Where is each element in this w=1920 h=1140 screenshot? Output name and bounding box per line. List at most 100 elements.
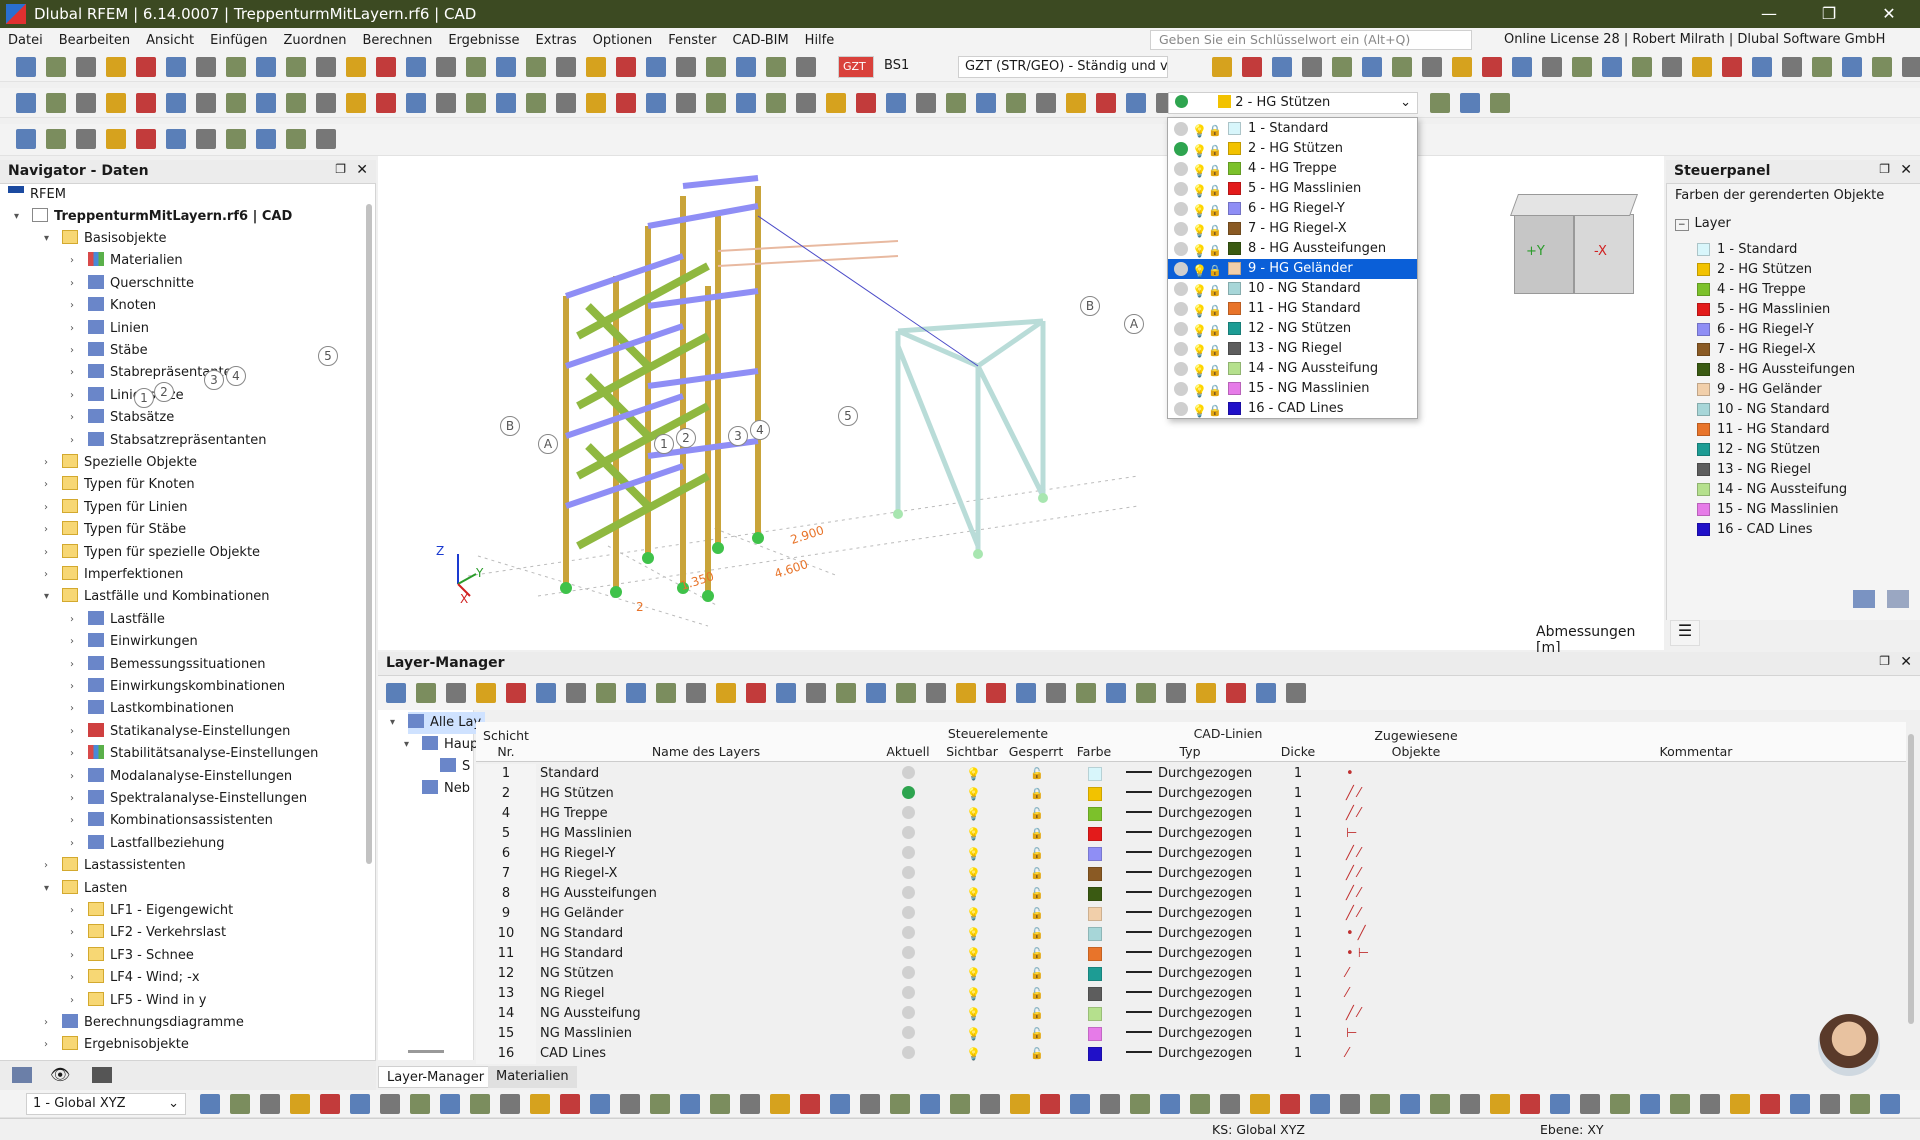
toolbar-tool-icon[interactable] bbox=[406, 57, 426, 77]
navigator-item[interactable]: › LF3 - Schnee bbox=[70, 945, 194, 967]
toolbar-tool-icon[interactable] bbox=[1370, 1094, 1390, 1114]
table-row[interactable]: 14 NG Aussteifung 💡 🔓 Durchgezogen 1 ╱ ⁄ bbox=[476, 1004, 1906, 1024]
menu-item[interactable]: Hilfe bbox=[797, 33, 843, 48]
layer-dropdown-item[interactable]: 💡 🔒 11 - HG Standard bbox=[1168, 299, 1417, 319]
chevron-right-icon[interactable]: › bbox=[70, 945, 82, 967]
unlock-icon[interactable]: 🔓 bbox=[1030, 864, 1044, 884]
tab-materialien[interactable]: Materialien bbox=[488, 1066, 577, 1088]
cell-typ[interactable]: Durchgezogen bbox=[1158, 786, 1252, 801]
cell-typ[interactable]: Durchgezogen bbox=[1158, 846, 1252, 861]
navigator-item[interactable]: › Typen für Knoten bbox=[44, 474, 195, 496]
toolbar-tool-icon[interactable] bbox=[226, 93, 246, 113]
toolbar-tool-icon[interactable] bbox=[890, 1094, 910, 1114]
menu-item[interactable]: Ergebnisse bbox=[440, 33, 527, 48]
toolbar-tool-icon[interactable] bbox=[256, 93, 276, 113]
maximize-button[interactable]: ❐ bbox=[1806, 0, 1852, 28]
toolbar-tool-icon[interactable] bbox=[1692, 57, 1712, 77]
unlock-icon[interactable]: 🔓 bbox=[1030, 984, 1044, 1004]
pin-icon[interactable]: ❐ bbox=[1879, 162, 1890, 176]
bulb-icon[interactable]: 💡 bbox=[966, 864, 981, 884]
layer-color-swatch[interactable] bbox=[1088, 867, 1102, 881]
toolbar-tool-icon[interactable] bbox=[1302, 57, 1322, 77]
chevron-right-icon[interactable]: › bbox=[70, 967, 82, 989]
toolbar-tool-icon[interactable] bbox=[436, 93, 456, 113]
navigator-item[interactable]: › Spezielle Objekte bbox=[44, 452, 197, 474]
toolbar-tool-icon[interactable] bbox=[916, 93, 936, 113]
toolbar-tool-icon[interactable] bbox=[656, 683, 676, 703]
toolbar-tool-icon[interactable] bbox=[1070, 1094, 1090, 1114]
navigator-item[interactable]: › Imperfektionen bbox=[44, 564, 183, 586]
toolbar-tool-icon[interactable] bbox=[496, 93, 516, 113]
toolbar-tool-icon[interactable] bbox=[530, 1094, 550, 1114]
toolbar-tool-icon[interactable] bbox=[196, 129, 216, 149]
navigator-item[interactable]: › Stäbe bbox=[70, 340, 148, 362]
navigator-item[interactable]: › LF5 - Wind in y bbox=[70, 990, 206, 1012]
bulb-icon[interactable]: 💡 bbox=[966, 1044, 981, 1064]
cell-typ[interactable]: Durchgezogen bbox=[1158, 766, 1252, 781]
toolbar-tool-icon[interactable] bbox=[536, 683, 556, 703]
toolbar-tool-icon[interactable] bbox=[320, 1094, 340, 1114]
tree-scrollbar[interactable] bbox=[408, 1050, 444, 1053]
cell-dicke[interactable]: 1 bbox=[1260, 824, 1336, 844]
chevron-right-icon[interactable]: › bbox=[70, 990, 82, 1012]
cell-dicke[interactable]: 1 bbox=[1260, 1044, 1336, 1064]
cell-dicke[interactable]: 1 bbox=[1260, 844, 1336, 864]
chevron-right-icon[interactable]: › bbox=[44, 474, 56, 496]
layer-dropdown-item[interactable]: 💡 🔒 5 - HG Masslinien bbox=[1168, 179, 1417, 199]
toolbar-tool-icon[interactable] bbox=[956, 683, 976, 703]
unlock-icon[interactable]: 🔓 bbox=[1030, 804, 1044, 824]
table-row[interactable]: 15 NG Masslinien 💡 🔓 Durchgezogen 1 ⊢ bbox=[476, 1024, 1906, 1044]
bulb-icon[interactable]: 💡 bbox=[966, 824, 981, 844]
layer-dropdown-item[interactable]: 💡 🔒 4 - HG Treppe bbox=[1168, 159, 1417, 179]
toolbar-tool-icon[interactable] bbox=[830, 1094, 850, 1114]
toolbar-tool-icon[interactable] bbox=[196, 57, 216, 77]
search-input[interactable]: Geben Sie ein Schlüsselwort ein (Alt+Q) bbox=[1150, 30, 1472, 50]
assistant-avatar[interactable] bbox=[1818, 1014, 1880, 1076]
list-view-icon[interactable]: ☰ bbox=[1670, 620, 1700, 646]
toolbar-tool-icon[interactable] bbox=[380, 1094, 400, 1114]
unlock-icon[interactable]: 🔓 bbox=[1030, 884, 1044, 904]
toolbar-tool-icon[interactable] bbox=[980, 1094, 1000, 1114]
toolbar-tool-icon[interactable] bbox=[1130, 1094, 1150, 1114]
bulb-icon[interactable]: 💡 bbox=[966, 764, 981, 784]
toolbar-tool-icon[interactable] bbox=[106, 129, 126, 149]
unlock-icon[interactable]: 🔓 bbox=[1030, 964, 1044, 984]
cell-dicke[interactable]: 1 bbox=[1260, 884, 1336, 904]
chevron-right-icon[interactable]: › bbox=[44, 855, 56, 877]
toolbar-tool-icon[interactable] bbox=[806, 683, 826, 703]
table-row[interactable]: 7 HG Riegel-X 💡 🔓 Durchgezogen 1 ╱ ⁄ bbox=[476, 864, 1906, 884]
toolbar-tool-icon[interactable] bbox=[286, 129, 306, 149]
layer-color-swatch[interactable] bbox=[1088, 787, 1102, 801]
tree-all-layers[interactable]: ▾ Alle Lay bbox=[390, 712, 486, 734]
lock-icon[interactable]: 🔒 bbox=[1030, 784, 1044, 804]
active-status-icon[interactable] bbox=[902, 1046, 915, 1059]
toolbar-tool-icon[interactable] bbox=[416, 683, 436, 703]
toolbar-tool-icon[interactable] bbox=[346, 93, 366, 113]
cell-name[interactable]: HG Riegel-Y bbox=[540, 844, 616, 864]
toolbar-tool-icon[interactable] bbox=[1850, 1094, 1870, 1114]
table-row[interactable]: 9 HG Geländer 💡 🔓 Durchgezogen 1 ╱ ⁄ bbox=[476, 904, 1906, 924]
toolbar-tool-icon[interactable] bbox=[1250, 1094, 1270, 1114]
cell-name[interactable]: Standard bbox=[540, 764, 599, 784]
layer-dropdown-item[interactable]: 💡 🔒 12 - NG Stützen bbox=[1168, 319, 1417, 339]
chevron-right-icon[interactable]: › bbox=[44, 452, 56, 474]
navigator-item[interactable]: › LF4 - Wind; -x bbox=[70, 967, 200, 989]
cell-typ[interactable]: Durchgezogen bbox=[1158, 826, 1252, 841]
chevron-right-icon[interactable]: › bbox=[44, 1034, 56, 1056]
toolbar-tool-icon[interactable] bbox=[46, 57, 66, 77]
view-cube[interactable]: +Y -X bbox=[1509, 194, 1639, 304]
navigator-item[interactable]: ▾ Basisobjekte bbox=[44, 228, 166, 250]
toolbar-tool-icon[interactable] bbox=[860, 1094, 880, 1114]
toolbar-tool-icon[interactable] bbox=[586, 93, 606, 113]
toolbar-tool-icon[interactable] bbox=[350, 1094, 370, 1114]
toolbar-tool-icon[interactable] bbox=[856, 93, 876, 113]
chevron-right-icon[interactable]: › bbox=[44, 564, 56, 586]
toolbar-tool-icon[interactable] bbox=[1730, 1094, 1750, 1114]
toolbar-tool-icon[interactable] bbox=[950, 1094, 970, 1114]
toolbar-tool-icon[interactable] bbox=[1106, 683, 1126, 703]
toolbar-tool-icon[interactable] bbox=[1430, 1094, 1450, 1114]
navigator-item[interactable]: › Statikanalyse-Einstellungen bbox=[70, 721, 290, 743]
toolbar-tool-icon[interactable] bbox=[196, 93, 216, 113]
toolbar-tool-icon[interactable] bbox=[466, 57, 486, 77]
chevron-right-icon[interactable]: › bbox=[70, 922, 82, 944]
